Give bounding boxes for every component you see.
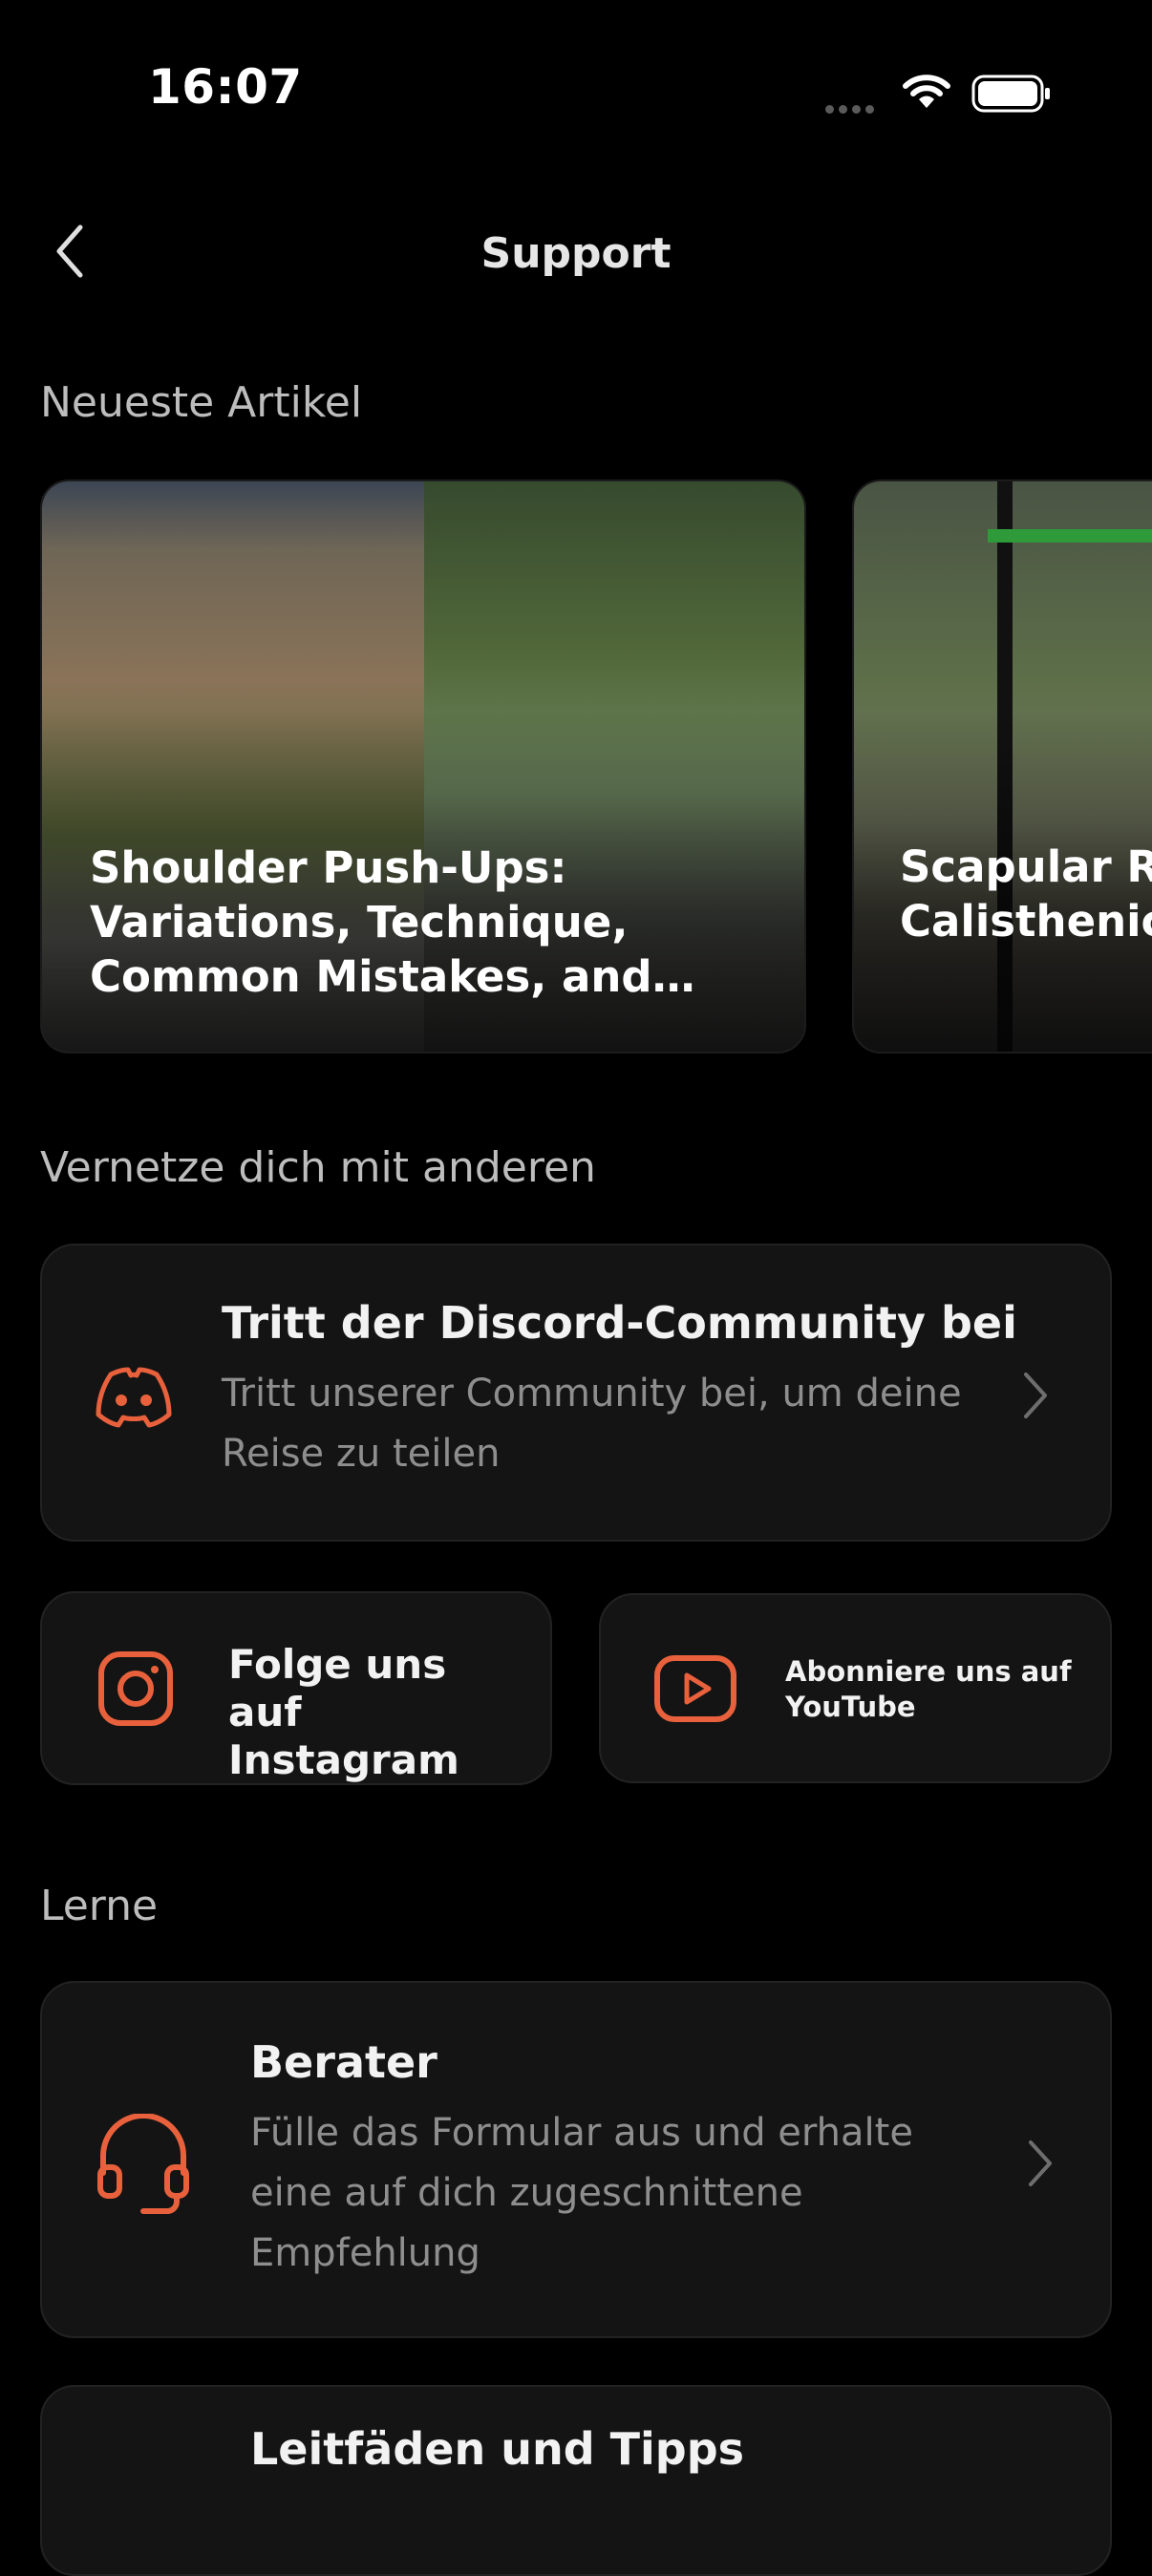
wifi-icon <box>903 75 950 108</box>
page-title: Support <box>480 229 672 278</box>
article-title: Scapular Retractions in Calisthenics <box>900 841 1152 947</box>
section-title-learn: Lerne <box>40 1882 159 1930</box>
status-time: 16:07 <box>148 59 303 115</box>
section-title-connect: Vernetze dich mit anderen <box>40 1143 596 1192</box>
chevron-right-icon <box>1024 1373 1047 1418</box>
youtube-label: Abonniere uns auf YouTube <box>785 1655 1072 1723</box>
guides-card[interactable]: Leitfäden und Tipps <box>40 2385 1112 2576</box>
youtube-icon <box>654 1655 736 1722</box>
article-title: Shoulder Push-Ups: Variations, Technique… <box>90 842 652 1002</box>
chevron-right-icon <box>1029 2140 1052 2186</box>
discord-community-card[interactable]: Tritt der Discord-Community bei Tritt un… <box>40 1244 1112 1542</box>
headset-icon <box>97 2114 189 2214</box>
instagram-icon <box>98 1651 173 1726</box>
berater-description: Fülle das Formular aus und erhalte eine … <box>250 2111 913 2275</box>
article-card[interactable]: Shoulder Push-Ups: Variations, Technique… <box>40 479 806 1054</box>
guides-title: Leitfäden und Tipps <box>250 2423 745 2475</box>
discord-icon <box>96 1367 172 1428</box>
berater-card[interactable]: Berater Fülle das Formular aus und erhal… <box>40 1981 1112 2338</box>
berater-title: Berater <box>250 2036 437 2088</box>
section-title-articles: Neueste Artikel <box>40 378 363 427</box>
youtube-card[interactable]: Abonniere uns auf YouTube <box>599 1593 1112 1783</box>
battery-icon <box>971 75 1050 113</box>
cellular-signal-icon <box>825 99 883 114</box>
instagram-label: Folge uns auf Instagram <box>228 1641 459 1783</box>
article-card[interactable]: Scapular Retractions in Calisthenics <box>852 479 1152 1054</box>
instagram-card[interactable]: Folge uns auf Instagram <box>40 1591 552 1785</box>
discord-title: Tritt der Discord-Community bei <box>222 1297 1017 1349</box>
discord-description: Tritt unserer Community bei, um deine Re… <box>222 1372 962 1476</box>
